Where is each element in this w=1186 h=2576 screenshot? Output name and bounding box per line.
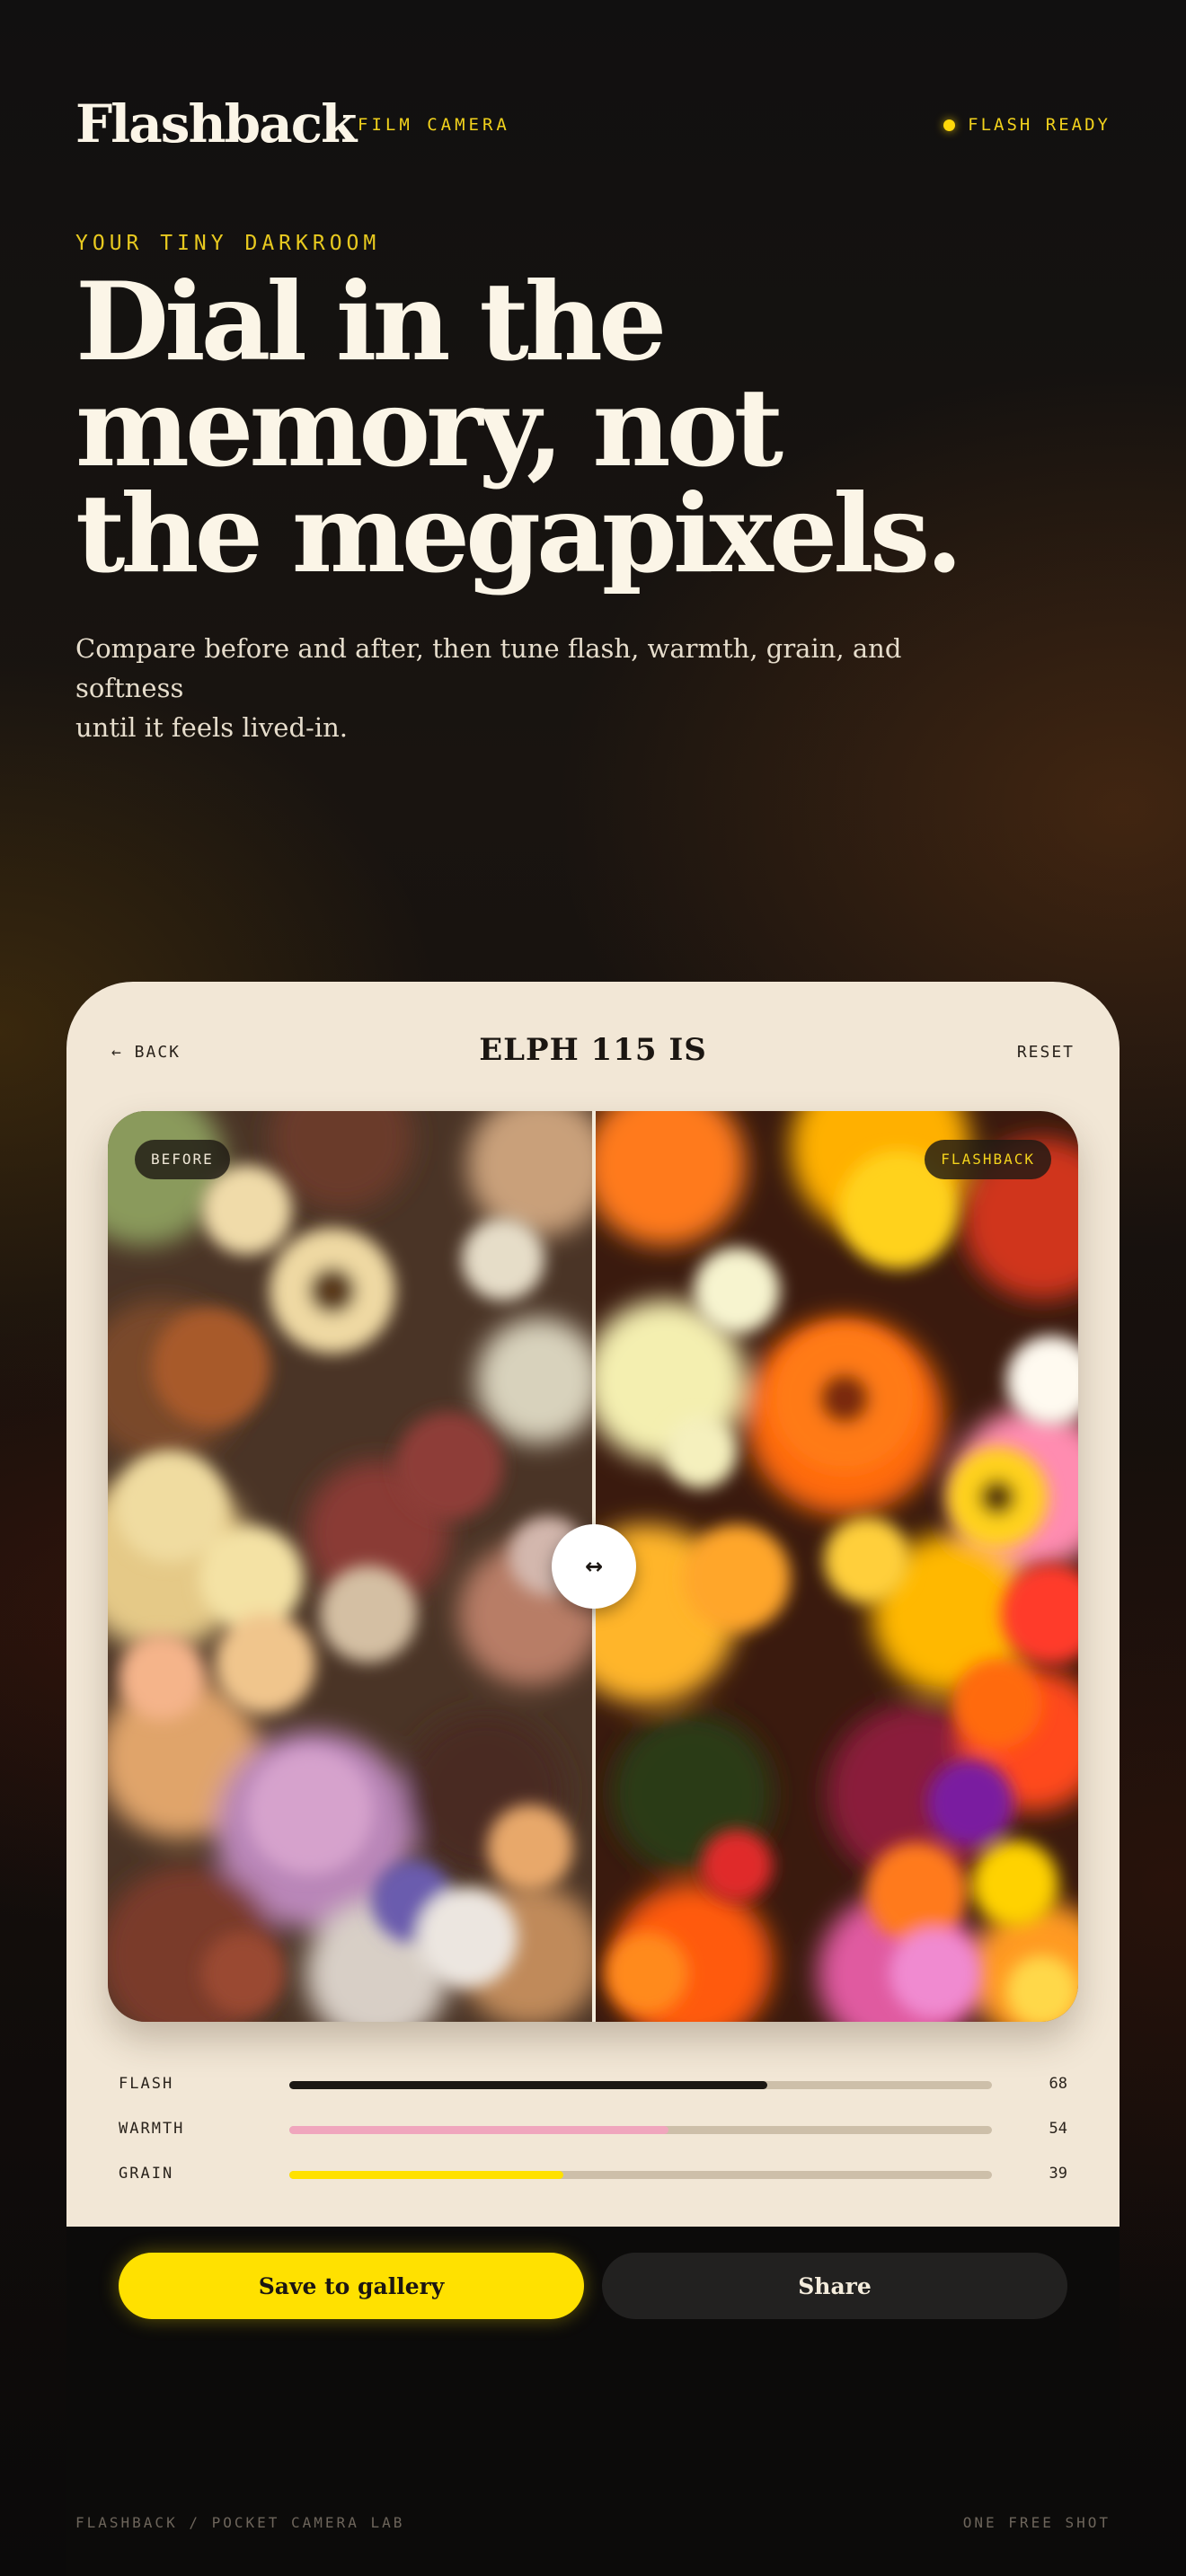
share-button[interactable]: Share — [602, 2253, 1067, 2319]
hero-eyebrow: YOUR TINY DARKROOM — [75, 232, 381, 255]
footer-credit: FLASHBACK / POCKET CAMERA LAB — [75, 2514, 405, 2531]
camera-title: ELPH 115 IS — [479, 1032, 707, 1068]
save-to-gallery-button[interactable]: Save to gallery — [119, 2253, 584, 2319]
hero-subhead: Compare before and after, then tune flas… — [75, 629, 974, 747]
flashback-badge: FLASHBACK — [925, 1140, 1051, 1179]
headline-line: memory, not — [75, 365, 783, 491]
slider-fill — [289, 2126, 669, 2134]
slider-label: WARMTH — [119, 2120, 185, 2138]
slider-warmth[interactable]: WARMTH 54 — [119, 2116, 1067, 2143]
brand-tagline: FILM CAMERA — [358, 115, 510, 135]
hero-headline: Dial in the memory, not the megapixels. — [75, 259, 1064, 597]
flash-status: FLASH READY — [943, 115, 1111, 135]
headline-line: Dial in the — [75, 259, 667, 385]
editor-card: ← BACK ELPH 115 IS RESET BEFORE FLASHBAC… — [66, 982, 1120, 2227]
drag-arrows-icon: ↔ — [584, 1554, 604, 1579]
slider-value: 54 — [1049, 2120, 1067, 2138]
slider-track[interactable] — [289, 2081, 992, 2089]
headline-line: the megapixels. — [75, 471, 963, 597]
subhead-line: Compare before and after, then tune flas… — [75, 633, 902, 703]
editor-panel: ← BACK ELPH 115 IS RESET BEFORE FLASHBAC… — [66, 982, 1120, 2576]
compare-handle[interactable]: ↔ — [552, 1524, 636, 1609]
status-dot-icon — [943, 119, 956, 131]
slider-value: 39 — [1049, 2165, 1067, 2183]
slider-fill — [289, 2081, 767, 2089]
footer-note: ONE FREE SHOT — [962, 2514, 1111, 2531]
slider-grain[interactable]: GRAIN 39 — [119, 2161, 1067, 2188]
reset-button[interactable]: RESET — [1017, 1043, 1075, 1062]
slider-fill — [289, 2171, 563, 2179]
subhead-line: until it feels lived-in. — [75, 712, 348, 743]
slider-label: GRAIN — [119, 2165, 174, 2183]
flash-status-label: FLASH READY — [968, 115, 1111, 135]
before-badge: BEFORE — [135, 1140, 230, 1179]
slider-flash[interactable]: FLASH 68 — [119, 2071, 1067, 2098]
slider-track[interactable] — [289, 2126, 992, 2134]
brand-logo[interactable]: Flashback — [75, 93, 357, 154]
compare-photo[interactable]: BEFORE FLASHBACK ↔ — [108, 1111, 1078, 2022]
slider-track[interactable] — [289, 2171, 992, 2179]
slider-value: 68 — [1049, 2075, 1067, 2093]
slider-label: FLASH — [119, 2075, 174, 2093]
